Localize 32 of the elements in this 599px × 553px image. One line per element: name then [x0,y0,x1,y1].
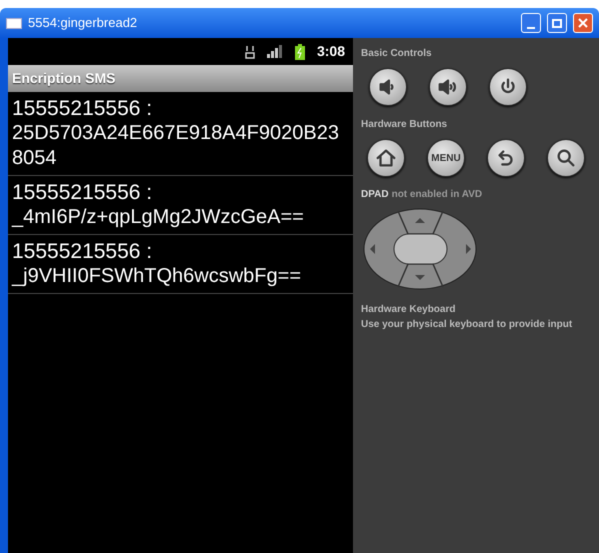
menu-button[interactable]: MENU [427,139,465,177]
clock: 3:08 [316,42,345,61]
keyboard-note: Use your physical keyboard to provide input [361,318,574,332]
section-title: Basic Controls [361,47,433,61]
close-button[interactable] [573,13,593,33]
signal-bars-icon [266,45,283,58]
data-signal-icon [244,44,255,58]
message-text: _4mI6P/z+qpLgMg2JWzcGeA== [12,205,305,230]
message-sender: 15555215556 : [12,96,154,121]
battery-icon [294,44,305,60]
dpad-note: not enabled in AVD [392,188,482,202]
window-icon [6,18,22,28]
volume-up-button[interactable] [429,68,467,106]
close-icon [578,18,588,28]
dpad-label: DPAD [361,188,389,202]
search-button[interactable] [547,139,585,177]
section-title: Hardware Keyboard [361,303,456,317]
message-sender: 15555215556 : [12,239,154,264]
section-title: Hardware Buttons [361,118,448,132]
message-text: _j9VHII0FSWhTQh6wcswbFg== [12,264,302,289]
home-icon [375,147,397,169]
home-button[interactable] [367,139,405,177]
maximize-button[interactable] [547,13,567,33]
volume-down-button[interactable] [369,68,407,106]
message-sender: 15555215556 : [12,180,154,205]
search-icon [555,147,577,169]
minimize-button[interactable] [521,13,541,33]
window-title: 5554:gingerbread2 [28,14,138,32]
app-title: Encription SMS [12,69,116,88]
back-button[interactable] [487,139,525,177]
message-text: 25D5703A24E667E918A4F9020B238054 [12,121,340,171]
power-button[interactable] [489,68,527,106]
